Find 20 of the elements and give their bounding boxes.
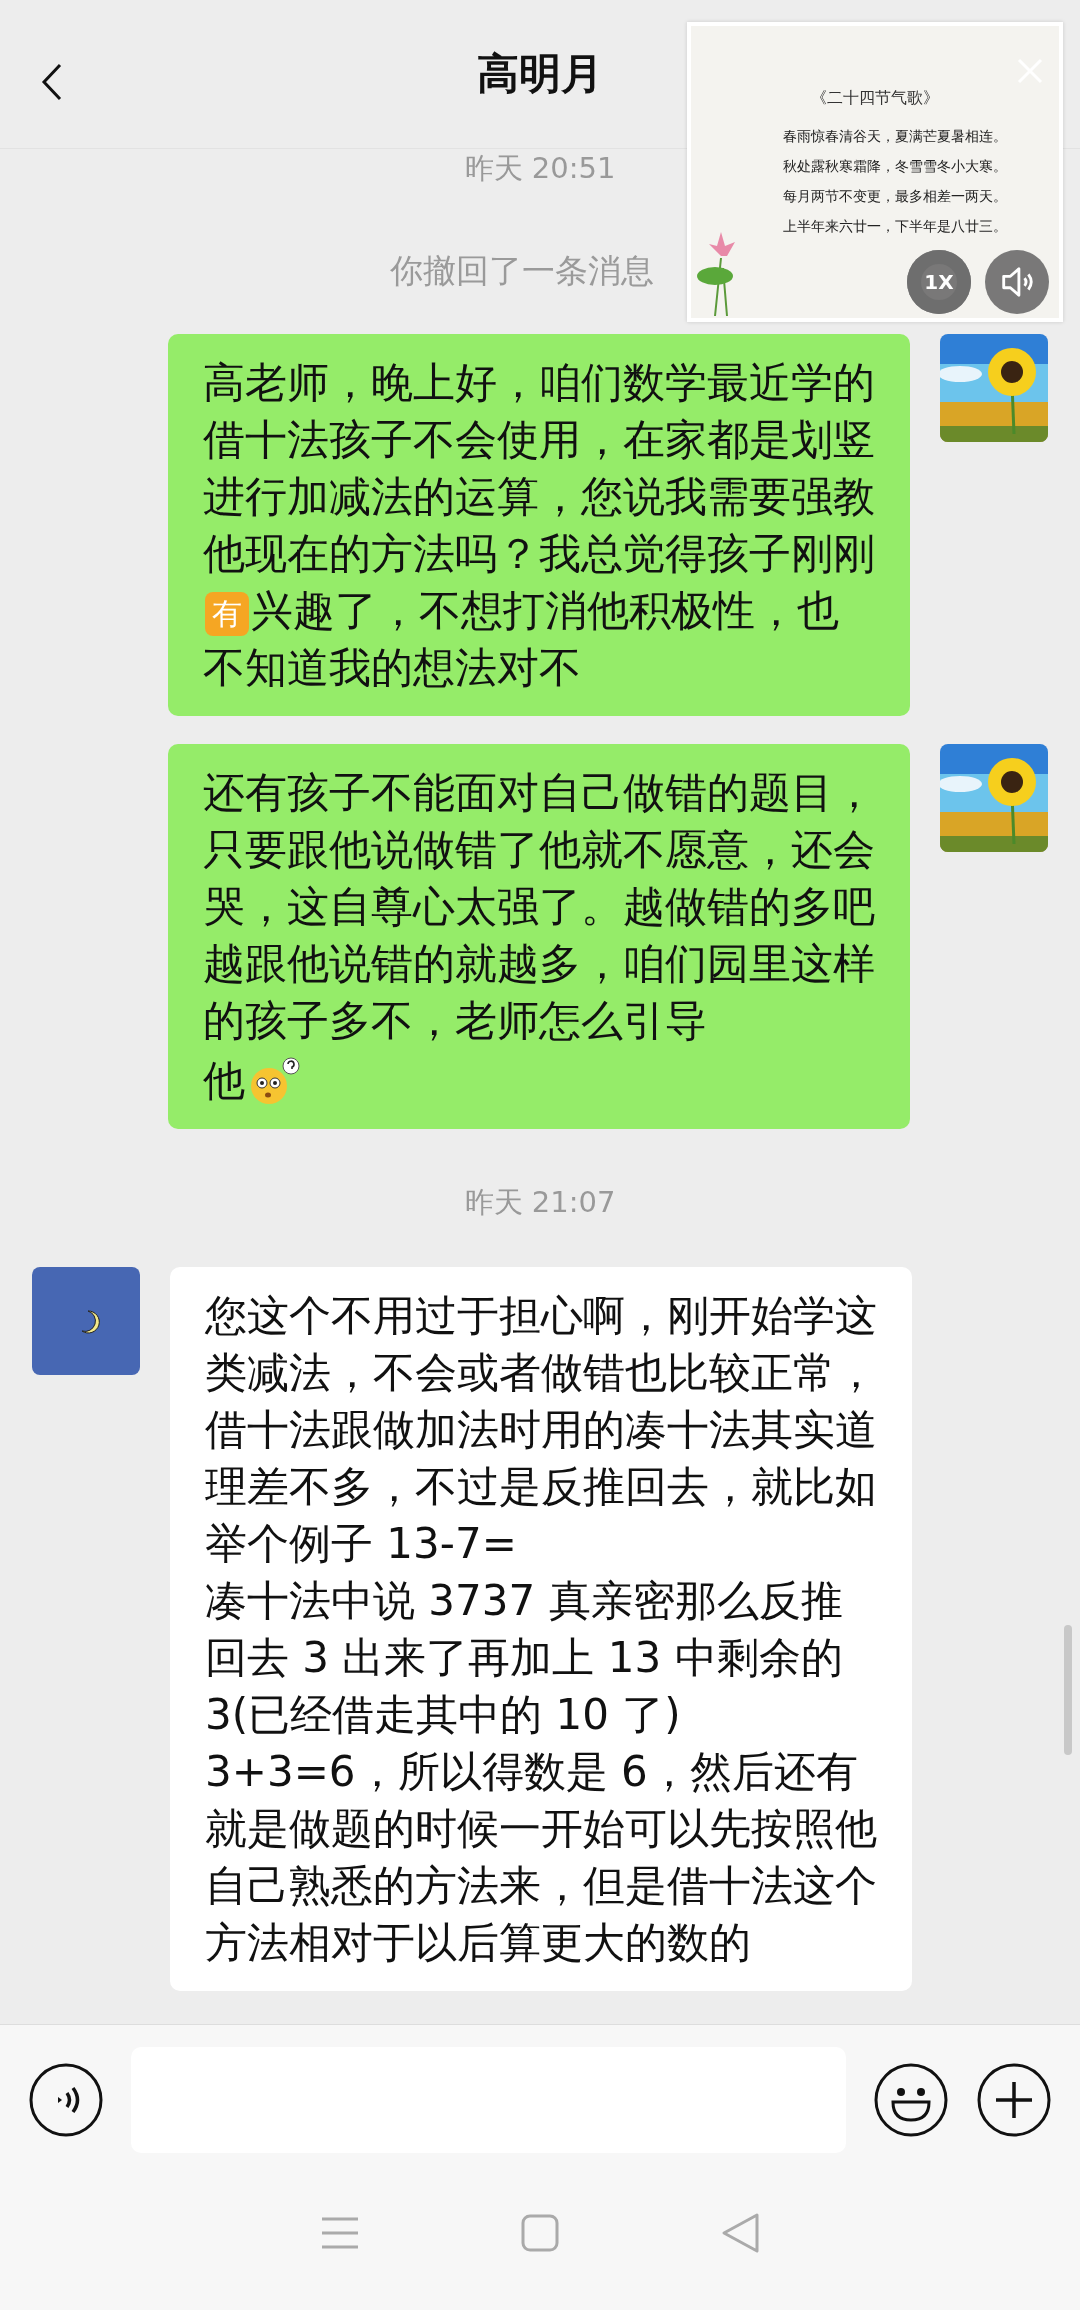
poem-title: 《二十四节气歌》 [811, 88, 939, 109]
back-icon[interactable] [40, 62, 64, 102]
recall-notice: 你撤回了一条消息 [390, 250, 654, 292]
speed-button[interactable]: 1X [907, 250, 971, 314]
poem-line: 上半年来六廿一，下半年是八廿三。 [782, 217, 1007, 236]
timestamp: 昨天 21:07 [464, 1184, 616, 1221]
poem-line: 春雨惊春清谷天，夏满芒夏暑相连。 [782, 127, 1007, 146]
scrollbar[interactable] [1064, 1625, 1072, 1755]
plus-icon[interactable] [976, 2062, 1052, 2138]
message-text: 还有孩子不能面对自己做错的题目，只要跟他说做错了他就不愿意，还会哭，这自尊心太强了。越做错的多吧越跟他说错的就越多，咱们园里这样的孩子多不，老师怎么引导 [203, 767, 875, 1047]
message-text: 高老师，晚上好，咱们数学最近学的借十法孩子不会使用，在家都是划竖进行加减法的运算，您说我需要强教他现在的方法吗？我总觉得孩子刚刚 有 兴趣了，不想打消他积极性，也不知道我的想法对不 [203, 357, 875, 694]
floating-player[interactable]: 《二十四节气歌》 春雨惊春清谷天，夏满芒夏暑相连。 秋处露秋寒霜降，冬雪雪冬小大寒。 每月两节不变更，最多相差一两天。 上半年来六廿一，下半年是八廿三。 1X [687, 22, 1063, 322]
poem-line: 秋处露秋寒霜降，冬雪雪冬小大寒。 [782, 157, 1007, 176]
message-text: 他 [203, 1055, 245, 1107]
voice-icon[interactable] [28, 2062, 104, 2138]
poem-line: 每月两节不变更，最多相差一两天。 [782, 187, 1007, 206]
emoji-icon[interactable] [873, 2062, 949, 2138]
timestamp: 昨天 20:51 [464, 150, 616, 187]
message-text: 您这个不用过于担心啊，刚开始学这类减法，不会或者做错也比较正常，借十法跟做加法时用的凑十法其实道理差不多，不过是反推回去，就比如举个例子 13-7= 凑十法中说 3737 真亲密那么反推回去 3 出来了再加上 13 中剩余的3(已经借走其中的 10 了) 3+3=6，所以得数是 6，然后还有就是做题的时候一开始可以先按照他自己熟悉的方法来，但是借十法这个方法相对于以后算更大的数的 [205, 1290, 877, 1969]
chat-title: 高明月 [477, 48, 603, 100]
